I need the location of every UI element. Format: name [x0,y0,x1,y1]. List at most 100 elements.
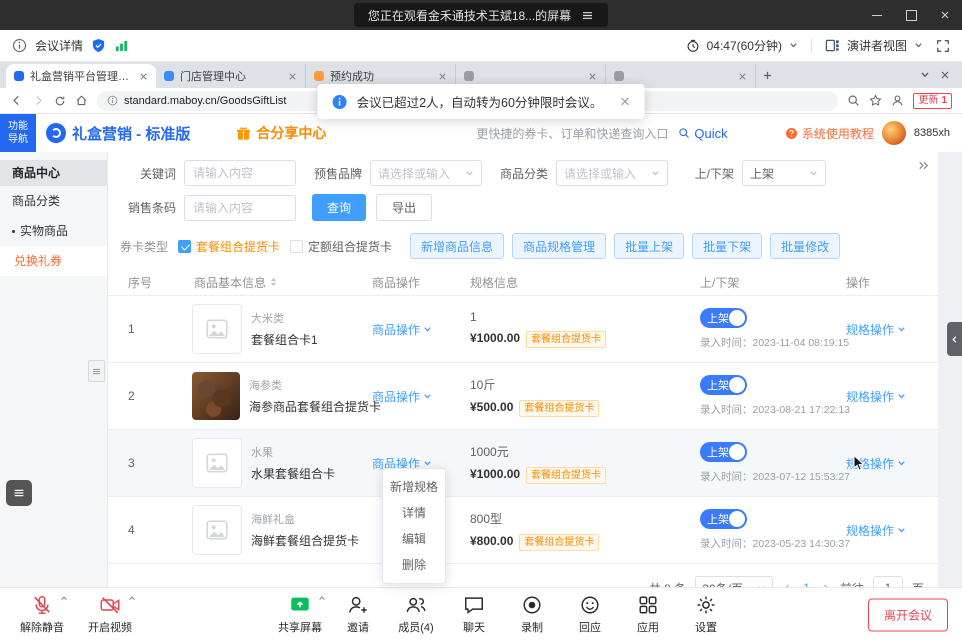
chevron-up-icon[interactable] [318,594,326,602]
avatar[interactable] [882,121,906,145]
username[interactable]: 8385xh [914,127,950,139]
shelf-toggle[interactable]: 上架 [700,509,747,529]
sort-icon[interactable] [270,277,277,287]
meeting-toolbar-right: 04:47(60分钟) 演讲者视图 [686,37,950,54]
shield-icon[interactable] [91,38,106,53]
picture-icon [204,316,230,342]
collapse-chevrons-icon[interactable] [917,160,930,171]
tutorial-link[interactable]: 系统使用教程 [785,125,874,142]
timer-icon [686,39,700,53]
export-button[interactable]: 导出 [376,194,432,221]
toggle-knob [729,444,745,460]
members-button[interactable]: 成员(4) [388,593,444,635]
close-button[interactable] [928,0,962,30]
back-icon[interactable] [10,94,23,107]
spec-action-link[interactable]: 规格操作 [846,455,906,472]
chevron-down-icon [651,169,660,178]
search-button[interactable]: 查询 [312,194,366,221]
quick-search-link[interactable]: Quick [678,126,727,141]
menu-item-delete[interactable]: 删除 [383,552,445,578]
brand-select[interactable]: 请选择或输入 [370,160,482,186]
forward-icon[interactable] [32,94,45,107]
table-row: 3 水果水果套餐组合卡 商品操作 1000元 ¥1000.00套餐组合提货卡 [108,430,938,497]
fullscreen-icon[interactable] [936,39,950,53]
shelf-toggle[interactable]: 上架 [700,442,747,462]
tab-close-icon[interactable] [438,72,447,81]
floating-dock-widget[interactable] [6,480,32,506]
keyword-input[interactable] [184,160,296,186]
record-button[interactable]: 录制 [504,593,560,635]
browser-tab-goods[interactable]: 礼盒营销平台管理中心 [6,64,156,88]
checkbox-combo-card[interactable]: 套餐组合提货卡 [178,238,280,255]
sidebar-section-product-center[interactable]: 商品中心 [0,160,107,186]
tabstrip-close-icon[interactable] [940,70,950,80]
add-product-button[interactable]: 新增商品信息 [410,233,504,259]
new-tab-icon[interactable] [762,70,773,81]
spec-manage-button[interactable]: 商品规格管理 [512,233,606,259]
chevron-up-icon[interactable] [60,594,68,602]
toast-close-button[interactable] [619,96,630,107]
unmute-button[interactable]: 解除静音 [14,593,70,635]
star-icon[interactable] [869,94,882,107]
main-content: 关键词 预售品牌 请选择或输入 商品分类 请选择或输入 [108,152,938,588]
banner-menu-icon[interactable] [581,9,594,22]
view-mode-label[interactable]: 演讲者视图 [847,37,907,54]
spec-action-link[interactable]: 规格操作 [846,388,906,405]
table-header: 序号 商品基本信息 商品操作 规格信息 上/下架 操作 [108,269,938,296]
chevron-up-icon[interactable] [128,594,136,602]
operation-cell: 规格操作 [830,430,938,496]
operation-cell: 规格操作 [830,363,938,429]
pagination: 共 8 条 30条/页 1 前往 页 [108,564,938,588]
user-icon[interactable] [891,94,904,107]
tab-close-icon[interactable] [738,72,747,81]
spec-action-link[interactable]: 规格操作 [846,321,906,338]
leave-meeting-button[interactable]: 离开会议 [868,599,948,632]
sidebar-item-physical-goods[interactable]: 实物商品 [0,216,107,246]
tab-close-icon[interactable] [588,72,597,81]
batch-edit-button[interactable]: 批量修改 [770,233,840,259]
home-icon[interactable] [75,94,88,107]
category-select[interactable]: 请选择或输入 [556,160,668,186]
invite-button[interactable]: 邀请 [330,593,386,635]
function-nav-button[interactable]: 功能 导航 [0,114,36,152]
sidebar-drag-handle[interactable] [88,360,105,382]
tab-close-icon[interactable] [288,72,297,81]
tab-close-icon[interactable] [139,72,148,81]
menu-item-edit[interactable]: 编辑 [383,526,445,552]
chat-button[interactable]: 聊天 [446,593,502,635]
sidebar-item-gift-vouchers[interactable]: 兑换礼券 [0,246,107,276]
product-action-link[interactable]: 商品操作 [372,321,432,338]
barcode-input[interactable] [184,195,296,221]
product-action-cell: 商品操作 [350,363,442,429]
chevron-down-icon[interactable] [789,41,798,50]
start-video-button[interactable]: 开启视频 [82,593,138,635]
shelf-select[interactable]: 上架 [742,160,826,186]
apps-button[interactable]: 应用 [620,593,676,635]
browser-update-badge[interactable]: 更新 1 [913,93,952,109]
right-panel-flyout[interactable] [947,322,962,356]
menu-item-details[interactable]: 详情 [383,500,445,526]
shelf-toggle[interactable]: 上架 [700,308,747,328]
minimize-button[interactable] [860,0,894,30]
checkbox-fixed-card[interactable]: 定额组合提货卡 [290,238,392,255]
maximize-button[interactable] [894,0,928,30]
product-action-link[interactable]: 商品操作 [372,388,432,405]
meeting-details-label[interactable]: 会议详情 [35,37,83,54]
share-screen-button[interactable]: 共享屏幕 [272,593,328,635]
browser-tab-store[interactable]: 门店管理中心 [156,64,306,88]
shelf-toggle[interactable]: 上架 [700,375,747,395]
search-icon[interactable] [847,94,860,107]
settings-button[interactable]: 设置 [678,593,734,635]
sidebar-item-categories[interactable]: 商品分类 [0,186,107,216]
batch-off-shelf-button[interactable]: 批量下架 [692,233,762,259]
signal-icon [114,38,129,53]
menu-item-add-spec[interactable]: 新增规格 [383,474,445,500]
share-center-link[interactable]: 合分享中心 [236,123,326,143]
reaction-button[interactable]: 回应 [562,593,618,635]
site-info-icon[interactable] [107,95,118,106]
refresh-icon[interactable] [54,95,66,107]
tab-list-chevron-icon[interactable] [920,70,930,80]
chevron-down-icon[interactable] [914,41,923,50]
spec-action-link[interactable]: 规格操作 [846,522,906,539]
batch-on-shelf-button[interactable]: 批量上架 [614,233,684,259]
